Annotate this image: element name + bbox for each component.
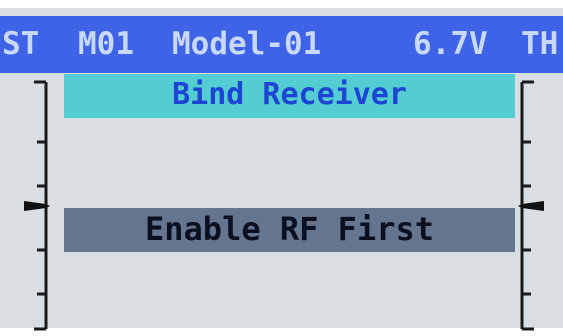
steering-label: ST [2,26,40,62]
title-bar: Bind Receiver [64,74,515,118]
message-text: Enable RF First [145,210,434,248]
battery-voltage: 6.7V [413,26,488,62]
message-box: Enable RF First [64,208,515,252]
throttle-trim-indicator-icon [518,201,544,211]
model-name: Model-01 [172,26,322,62]
model-number: M01 [78,26,134,62]
steering-trim-indicator-icon [24,201,50,211]
throttle-label: TH [521,26,559,62]
page-title: Bind Receiver [172,77,407,112]
transmitter-screen: ST M01 Model-01 6.7V TH Bind Receiver En… [0,0,563,336]
